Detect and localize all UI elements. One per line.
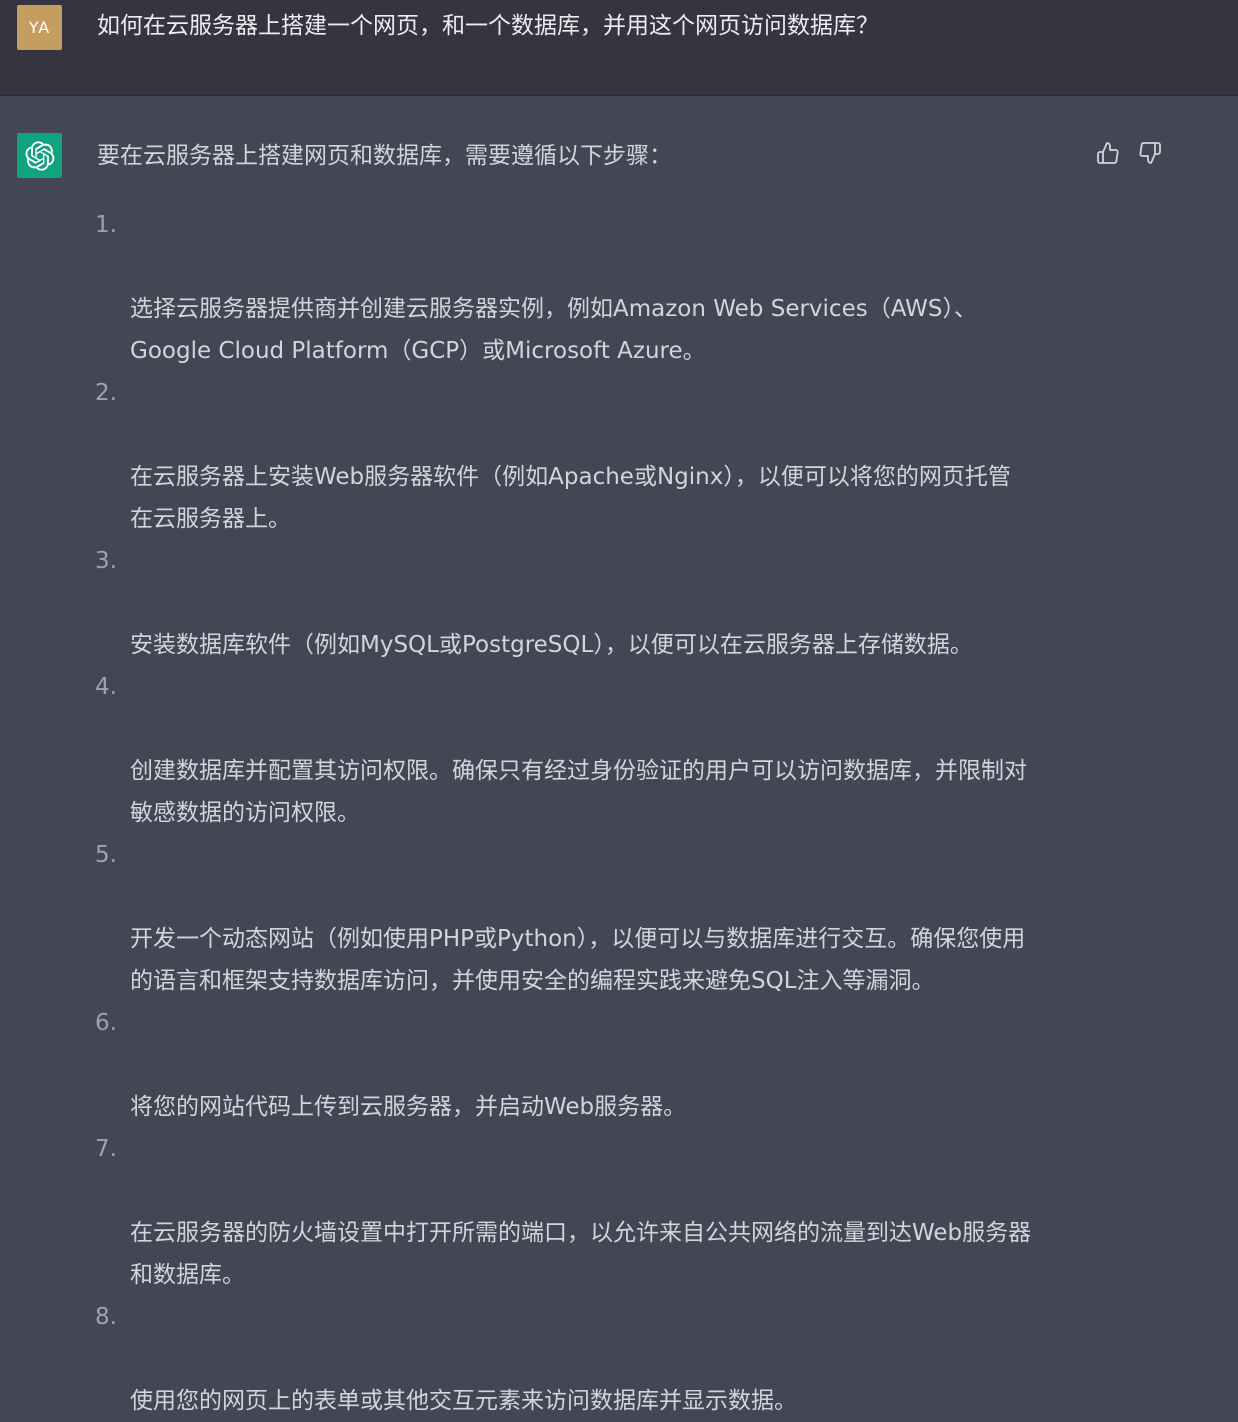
step-text: 选择云服务器提供商并创建云服务器实例，例如Amazon Web Services…	[130, 296, 978, 364]
user-message-text: 如何在云服务器上搭建一个网页，和一个数据库，并用这个网页访问数据库？	[97, 13, 879, 39]
step-text: 安装数据库软件（例如MySQL或PostgreSQL），以便可以在云服务器上存储…	[130, 632, 973, 658]
step-number: 8.	[95, 1304, 117, 1330]
user-avatar: YA	[17, 5, 62, 50]
user-message-row: YA 如何在云服务器上搭建一个网页，和一个数据库，并用这个网页访问数据库？	[0, 0, 1238, 96]
list-item: 3. 安装数据库软件（例如MySQL或PostgreSQL），以便可以在云服务器…	[0, 540, 1090, 666]
list-item: 2. 在云服务器上安装Web服务器软件（例如Apache或Nginx），以便可以…	[0, 372, 1090, 540]
step-number: 3.	[95, 548, 117, 574]
thumbs-down-button[interactable]	[1136, 139, 1164, 167]
step-text: 开发一个动态网站（例如使用PHP或Python），以便可以与数据库进行交互。确保…	[130, 926, 1026, 994]
assistant-intro-text: 要在云服务器上搭建网页和数据库，需要遵循以下步骤：	[97, 143, 672, 169]
step-number: 2.	[95, 380, 117, 406]
step-number: 1.	[95, 212, 117, 238]
list-item: 1. 选择云服务器提供商并创建云服务器实例，例如Amazon Web Servi…	[0, 204, 1090, 372]
feedback-buttons	[1094, 139, 1164, 167]
thumbs-down-icon	[1139, 142, 1161, 164]
list-item: 6. 将您的网站代码上传到云服务器，并启动Web服务器。	[0, 1002, 1090, 1128]
list-item: 4. 创建数据库并配置其访问权限。确保只有经过身份验证的用户可以访问数据库，并限…	[0, 666, 1090, 834]
list-item: 7. 在云服务器的防火墙设置中打开所需的端口，以允许来自公共网络的流量到达Web…	[0, 1128, 1090, 1296]
assistant-message-row: 要在云服务器上搭建网页和数据库，需要遵循以下步骤： 1. 选择云服务器提供商并创…	[0, 96, 1238, 1414]
step-text: 将您的网站代码上传到云服务器，并启动Web服务器。	[130, 1094, 687, 1120]
step-text: 在云服务器的防火墙设置中打开所需的端口，以允许来自公共网络的流量到达Web服务器…	[130, 1220, 1032, 1288]
step-text: 创建数据库并配置其访问权限。确保只有经过身份验证的用户可以访问数据库，并限制对 …	[130, 758, 1027, 826]
step-text: 在云服务器上安装Web服务器软件（例如Apache或Nginx），以便可以将您的…	[130, 464, 1011, 532]
openai-logo-icon	[24, 140, 54, 171]
list-item: 5. 开发一个动态网站（例如使用PHP或Python），以便可以与数据库进行交互…	[0, 834, 1090, 1002]
thumbs-up-button[interactable]	[1094, 139, 1122, 167]
list-item: 8. 使用您的网页上的表单或其他交互元素来访问数据库并显示数据。	[0, 1296, 1090, 1422]
steps-list: 1. 选择云服务器提供商并创建云服务器实例，例如Amazon Web Servi…	[0, 204, 1090, 1422]
step-number: 7.	[95, 1136, 117, 1162]
thumbs-up-icon	[1097, 142, 1119, 164]
step-text: 使用您的网页上的表单或其他交互元素来访问数据库并显示数据。	[130, 1388, 797, 1414]
step-number: 5.	[95, 842, 117, 868]
assistant-avatar	[17, 133, 62, 178]
step-number: 4.	[95, 674, 117, 700]
step-number: 6.	[95, 1010, 117, 1036]
